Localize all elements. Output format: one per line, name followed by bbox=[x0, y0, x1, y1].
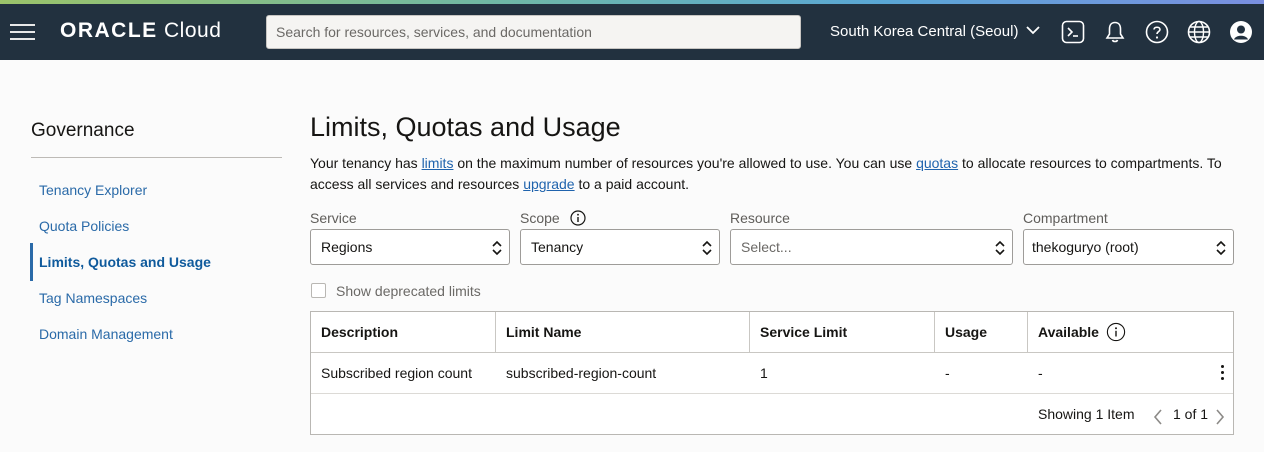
chevron-right-icon[interactable] bbox=[1214, 408, 1226, 426]
show-deprecated-checkbox[interactable] bbox=[311, 283, 326, 298]
help-icon[interactable] bbox=[1145, 20, 1169, 44]
column-header-limit-name[interactable]: Limit Name bbox=[496, 312, 750, 353]
scope-select-value: Tenancy bbox=[531, 239, 584, 255]
scope-label-group: Scope bbox=[520, 210, 586, 226]
quotas-link[interactable]: quotas bbox=[916, 155, 958, 171]
column-header-available-group[interactable]: Available bbox=[1028, 312, 1233, 353]
oracle-cloud-logo[interactable]: ORACLE Cloud bbox=[60, 19, 221, 43]
sidebar-title: Governance bbox=[31, 120, 135, 141]
limits-table: Description Limit Name Service Limit Usa… bbox=[310, 311, 1234, 435]
service-select-value: Regions bbox=[321, 239, 373, 255]
resource-select-placeholder: Select... bbox=[741, 239, 792, 255]
info-icon[interactable] bbox=[1106, 322, 1126, 342]
cell-description: Subscribed region count bbox=[321, 365, 472, 381]
scope-label: Scope bbox=[520, 210, 560, 226]
sidebar-item-quota-policies[interactable]: Quota Policies bbox=[39, 218, 129, 234]
description-text: on the maximum number of resources you'r… bbox=[453, 155, 917, 171]
page-description: Your tenancy has limits on the maximum n… bbox=[310, 153, 1240, 195]
limits-link[interactable]: limits bbox=[422, 155, 454, 171]
column-header-description[interactable]: Description bbox=[311, 312, 496, 353]
chevron-left-icon[interactable] bbox=[1152, 408, 1164, 426]
compartment-select-value: thekoguryo (root) bbox=[1032, 239, 1139, 255]
service-label: Service bbox=[310, 210, 357, 226]
region-label: South Korea Central (Seoul) bbox=[830, 23, 1019, 40]
top-navigation-bar: ORACLE Cloud Search for resources, servi… bbox=[0, 4, 1264, 60]
scope-select[interactable]: Tenancy bbox=[520, 229, 720, 265]
cell-limit-name: subscribed-region-count bbox=[506, 365, 657, 381]
select-arrows-icon bbox=[702, 240, 712, 256]
compartment-label: Compartment bbox=[1023, 210, 1108, 226]
showing-count: Showing 1 Item bbox=[1038, 406, 1135, 422]
logo-bold-text: ORACLE bbox=[60, 19, 158, 42]
sidebar-item-limits-quotas-usage[interactable]: Limits, Quotas and Usage bbox=[39, 254, 211, 270]
logo-light-text: Cloud bbox=[164, 19, 222, 42]
resource-select[interactable]: Select... bbox=[730, 229, 1013, 265]
chevron-down-icon bbox=[1025, 26, 1040, 35]
row-actions-kebab-icon[interactable] bbox=[1219, 365, 1225, 381]
compartment-select[interactable]: thekoguryo (root) bbox=[1023, 229, 1234, 265]
cell-available: - bbox=[1038, 365, 1043, 381]
bell-icon[interactable] bbox=[1103, 20, 1127, 44]
table-row: Subscribed region count subscribed-regio… bbox=[311, 353, 1233, 394]
region-selector[interactable]: South Korea Central (Seoul) bbox=[830, 23, 1040, 40]
globe-icon[interactable] bbox=[1187, 20, 1211, 44]
column-header-service-limit[interactable]: Service Limit bbox=[750, 312, 935, 353]
search-input[interactable]: Search for resources, services, and docu… bbox=[266, 15, 801, 49]
info-icon[interactable] bbox=[569, 210, 586, 226]
sidebar-item-domain-management[interactable]: Domain Management bbox=[39, 326, 173, 342]
resource-label: Resource bbox=[730, 210, 790, 226]
service-select[interactable]: Regions bbox=[310, 229, 510, 265]
upgrade-link[interactable]: upgrade bbox=[523, 176, 574, 192]
cell-service-limit: 1 bbox=[760, 365, 768, 381]
description-text: to a paid account. bbox=[574, 176, 690, 192]
select-arrows-icon bbox=[1216, 240, 1226, 256]
select-arrows-icon bbox=[492, 240, 502, 256]
profile-icon[interactable] bbox=[1229, 20, 1253, 44]
cell-usage: - bbox=[945, 365, 950, 381]
sidebar-item-tenancy-explorer[interactable]: Tenancy Explorer bbox=[39, 182, 147, 198]
menu-icon[interactable] bbox=[10, 22, 35, 42]
column-header-usage[interactable]: Usage bbox=[935, 312, 1028, 353]
column-header-available: Available bbox=[1038, 324, 1099, 340]
select-arrows-icon bbox=[995, 240, 1005, 256]
sidebar-divider bbox=[31, 157, 282, 158]
sidebar-item-tag-namespaces[interactable]: Tag Namespaces bbox=[39, 290, 147, 306]
show-deprecated-label[interactable]: Show deprecated limits bbox=[336, 283, 481, 299]
page-title: Limits, Quotas and Usage bbox=[310, 112, 621, 142]
cloud-shell-icon[interactable] bbox=[1061, 20, 1085, 44]
page-indicator: 1 of 1 bbox=[1173, 406, 1209, 422]
table-header: Description Limit Name Service Limit Usa… bbox=[311, 312, 1233, 353]
sidebar-active-indicator bbox=[30, 243, 33, 281]
description-text: Your tenancy has bbox=[310, 155, 422, 171]
